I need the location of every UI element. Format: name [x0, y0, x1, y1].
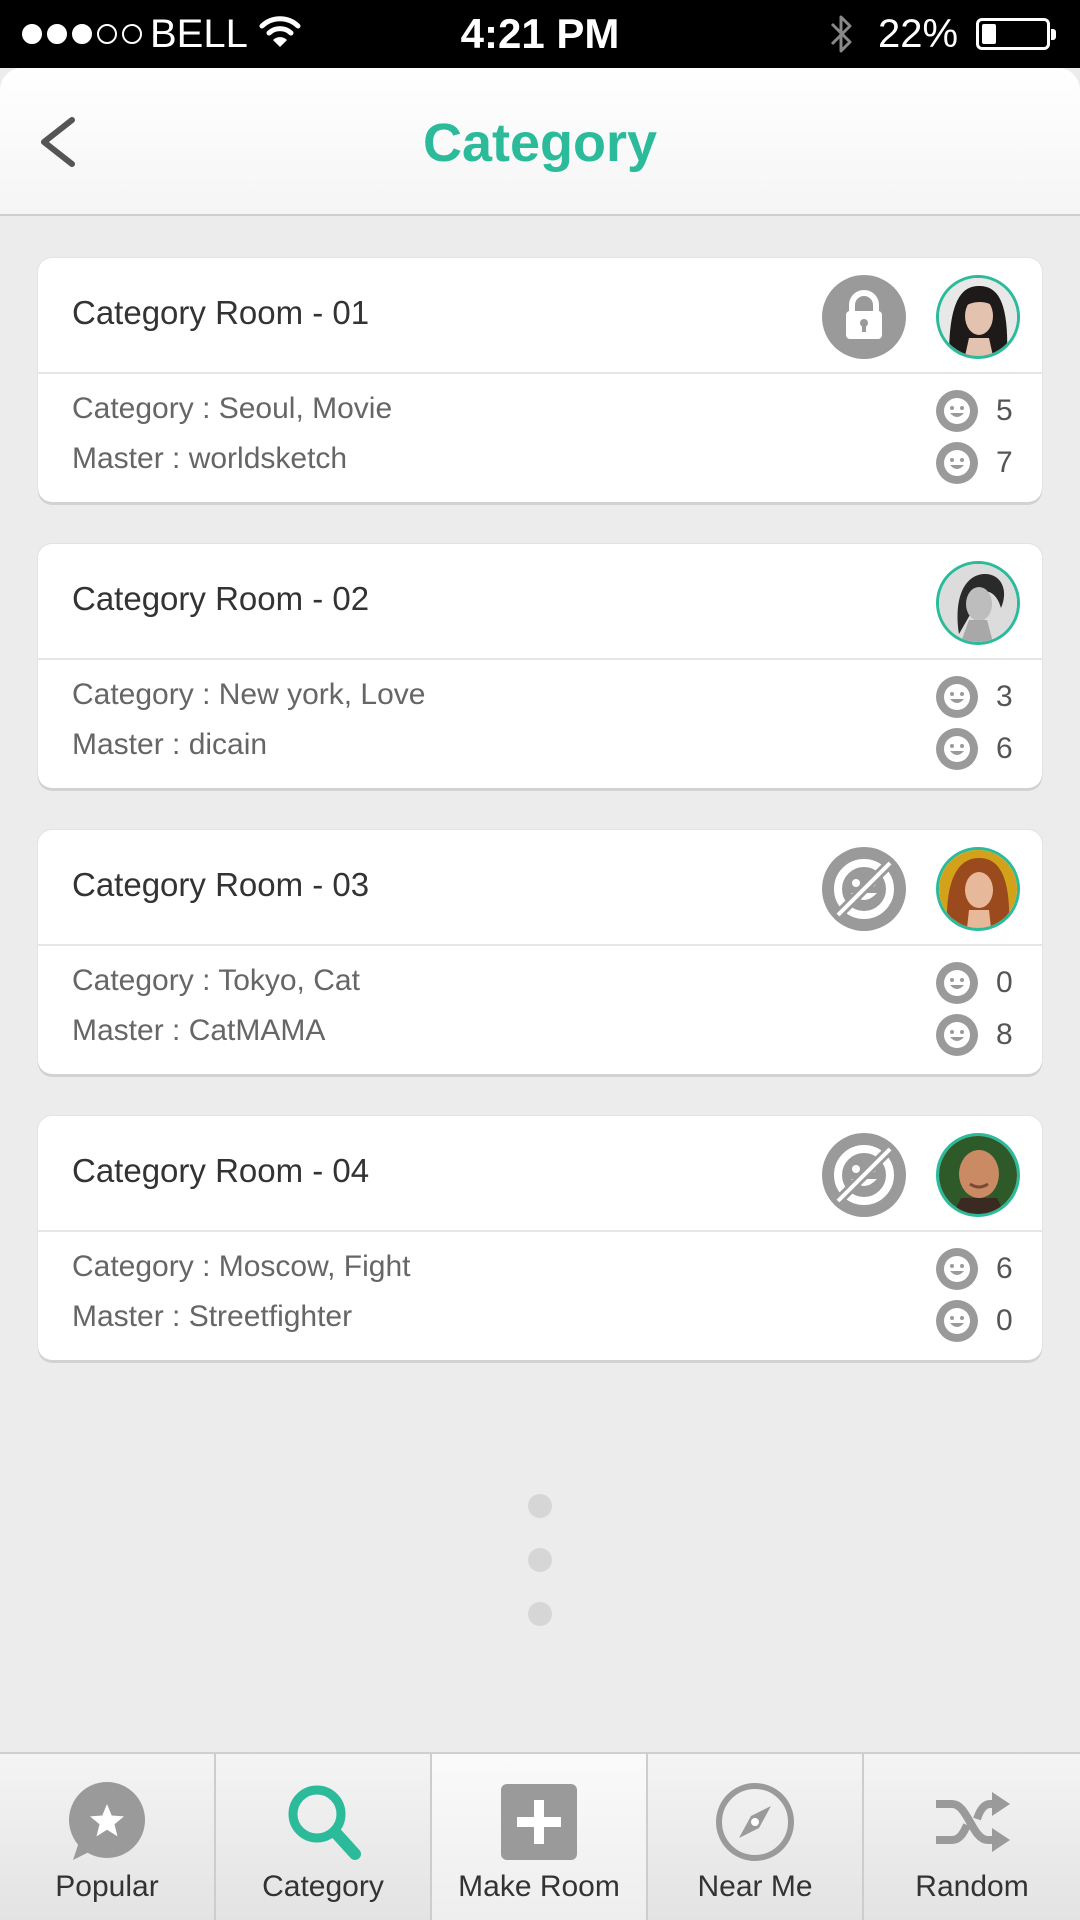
tab-bar: Popular Category Make Room Near Me Rando…: [0, 1752, 1080, 1920]
tab-label: Make Room: [458, 1870, 620, 1903]
count-value: 7: [996, 446, 1013, 479]
bluetooth-icon: [830, 15, 852, 53]
page-title: Category: [422, 113, 658, 173]
loading-dot: [528, 1602, 552, 1626]
room-master: Master : CatMAMA: [72, 1014, 326, 1047]
master-avatar[interactable]: [936, 847, 1020, 931]
master-avatar[interactable]: [936, 1133, 1020, 1217]
room-card[interactable]: Category Room - 03 Category: Tokyo, Cat…: [38, 830, 1042, 1074]
room-card[interactable]: Category Room - 04 Category: Moscow, Fi…: [38, 1116, 1042, 1360]
count-value: 6: [996, 732, 1013, 765]
room-category: Category : Moscow, Fight: [72, 1250, 411, 1283]
no-members-icon: [822, 1133, 906, 1217]
status-bar: BELL 4:21 PM 22%: [0, 0, 1080, 68]
tab-label: Popular: [55, 1870, 159, 1903]
loading-indicator: [528, 1494, 552, 1656]
compass-icon: [716, 1783, 794, 1861]
tab-make-room[interactable]: Make Room: [432, 1754, 648, 1920]
battery-fill: [982, 24, 996, 44]
room-title: Category Room - 04: [72, 1152, 370, 1189]
smiley-icon: [936, 442, 978, 484]
room-category: Category : Seoul, Movie: [72, 392, 393, 425]
room-card[interactable]: Category Room - 01 Category: Seoul, Mov…: [38, 258, 1042, 502]
room-title: Category Room - 01: [72, 294, 370, 331]
smiley-icon: [936, 962, 978, 1004]
room-title: Category Room - 03: [72, 866, 370, 903]
room-master: Master : dicain: [72, 728, 268, 761]
star-bubble-icon: [69, 1782, 145, 1860]
room-master: Master : Streetfighter: [72, 1300, 353, 1333]
count-value: 8: [996, 1018, 1013, 1051]
no-members-icon: [822, 847, 906, 931]
room-card-header: Category Room - 03: [38, 830, 1042, 946]
room-master: Master : worldsketch: [72, 442, 348, 475]
battery-icon: [976, 18, 1056, 50]
room-card-body: Category : New york, Love Master : dicai…: [38, 660, 1042, 788]
count-value: 3: [996, 680, 1013, 713]
tab-label: Category: [262, 1870, 384, 1903]
room-category: Category : Tokyo, Cat: [72, 964, 360, 997]
shuffle-icon: [936, 1792, 1010, 1852]
master-avatar[interactable]: [936, 561, 1020, 645]
smiley-icon: [936, 1014, 978, 1056]
room-card-header: Category Room - 02: [38, 544, 1042, 660]
smiley-icon: [936, 390, 978, 432]
count-value: 0: [996, 966, 1013, 999]
plus-icon: [501, 1784, 577, 1860]
tab-category[interactable]: Category: [216, 1754, 432, 1920]
tab-label: Near Me: [697, 1870, 813, 1903]
master-avatar[interactable]: [936, 275, 1020, 359]
room-card-body: Category : Tokyo, Cat Master : CatMAMA 0…: [38, 946, 1042, 1074]
smiley-icon: [936, 1248, 978, 1290]
count-value: 5: [996, 394, 1013, 427]
smiley-icon: [936, 1300, 978, 1342]
tab-label: Random: [915, 1870, 1029, 1903]
room-card-body: Category : Moscow, Fight Master : Street…: [38, 1232, 1042, 1360]
room-card-header: Category Room - 04: [38, 1116, 1042, 1232]
smiley-icon: [936, 728, 978, 770]
room-card-body: Category : Seoul, Movie Master : worldsk…: [38, 374, 1042, 502]
loading-dot: [528, 1494, 552, 1518]
tab-popular[interactable]: Popular: [0, 1754, 216, 1920]
battery-percent: 22%: [878, 12, 959, 56]
room-card[interactable]: Category Room - 02 Category : New york, …: [38, 544, 1042, 788]
screen: BELL 4:21 PM 22% Category Category Room …: [0, 0, 1080, 1920]
count-value: 6: [996, 1252, 1013, 1285]
nav-bar: Category: [0, 68, 1080, 216]
search-icon: [288, 1785, 361, 1860]
smiley-icon: [936, 676, 978, 718]
count-value: 0: [996, 1304, 1013, 1337]
loading-dot: [528, 1548, 552, 1572]
room-title: Category Room - 02: [72, 580, 370, 617]
lock-icon: [822, 275, 906, 359]
room-category: Category : New york, Love: [72, 678, 426, 711]
tab-random[interactable]: Random: [864, 1754, 1080, 1920]
room-list: Category Room - 01 Category: Seoul, Mov…: [38, 258, 1042, 1402]
room-card-header: Category Room - 01: [38, 258, 1042, 374]
tab-near-me[interactable]: Near Me: [648, 1754, 864, 1920]
